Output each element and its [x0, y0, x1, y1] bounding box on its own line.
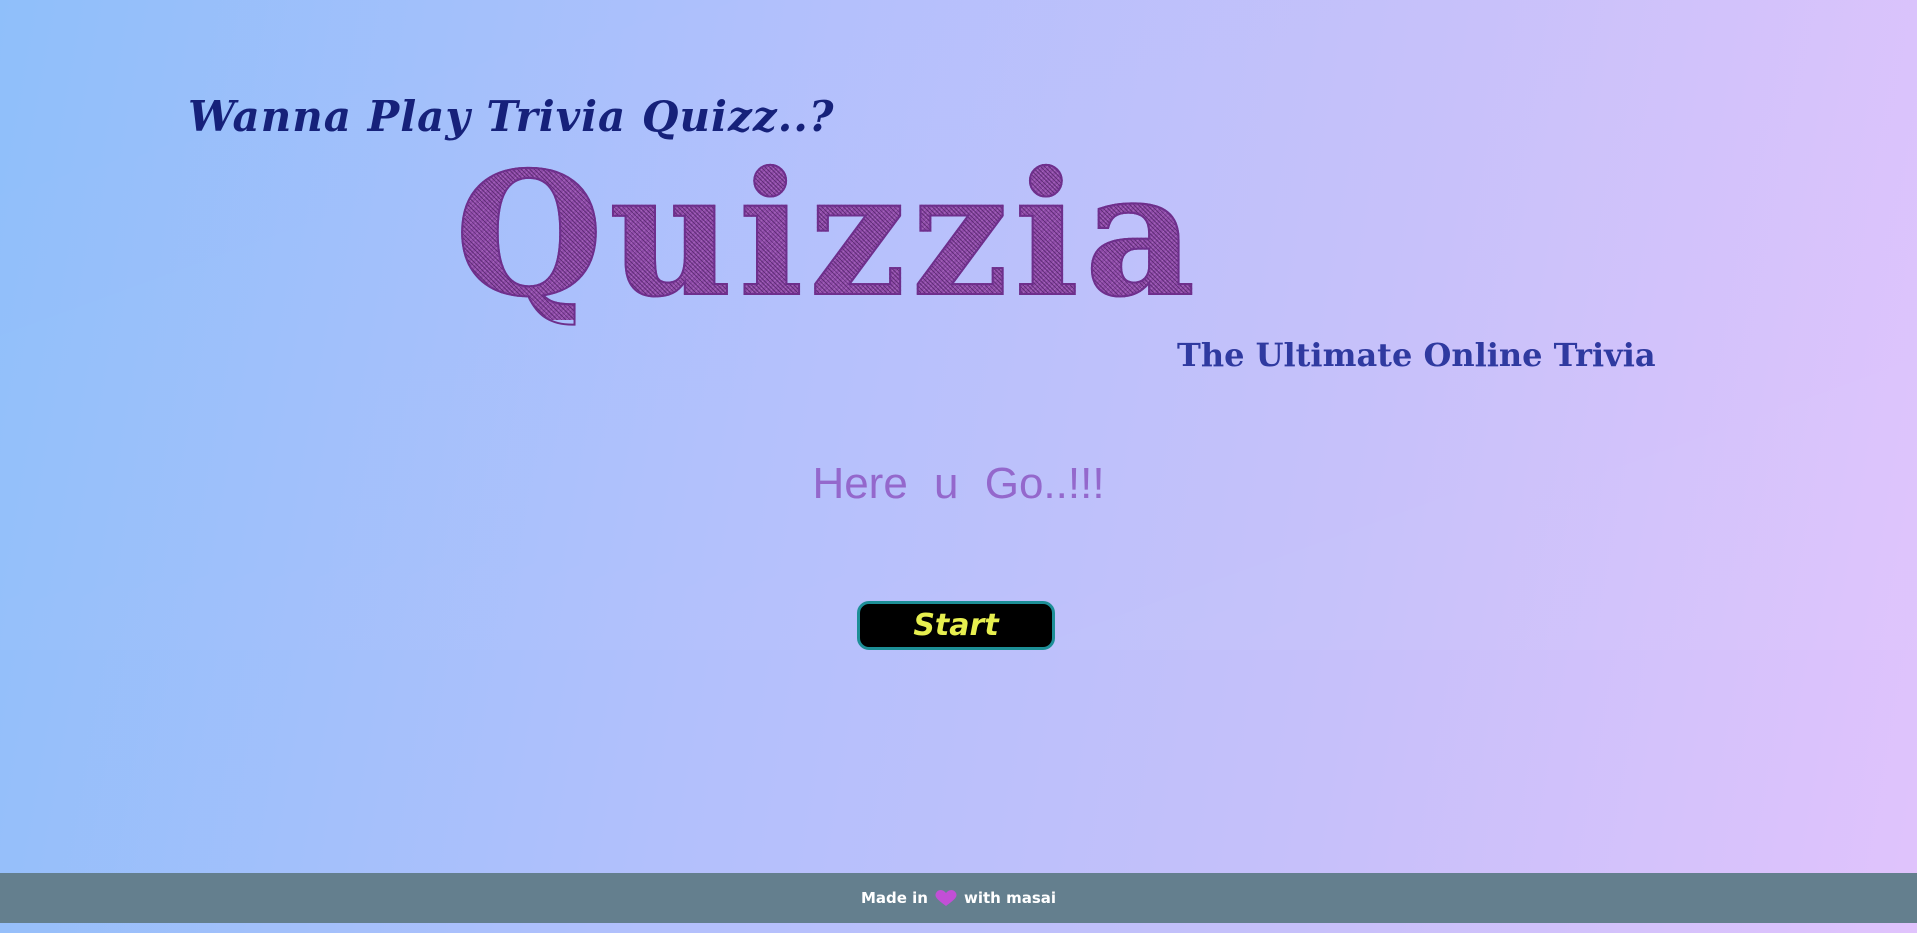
footer-suffix: with masai [964, 889, 1057, 907]
start-button[interactable]: Start [857, 601, 1055, 650]
brand-subtitle: The Ultimate Online Trivia [1177, 336, 1656, 374]
tagline: Wanna Play Trivia Quizz..? [188, 92, 835, 141]
prompt-text: Here u Go..!!! [812, 459, 1105, 508]
footer: Made in with masai [0, 873, 1917, 923]
heart-icon [934, 889, 958, 907]
footer-prefix: Made in [860, 889, 928, 907]
brand-logo-title: Quizzia [454, 149, 1415, 321]
